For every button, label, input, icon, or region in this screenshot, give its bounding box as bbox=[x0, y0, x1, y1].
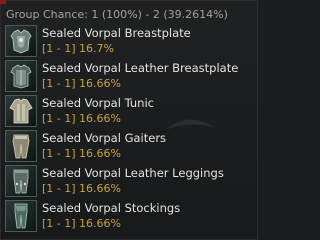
item-drop-chance: [1 - 1] 16.66% bbox=[42, 147, 121, 160]
list-item[interactable]: Sealed Vorpal Gaiters [1 - 1] 16.66% bbox=[0, 129, 258, 163]
list-item[interactable]: Sealed Vorpal Stockings [1 - 1] 16.66% bbox=[0, 199, 258, 233]
drop-list-tooltip: Group Chance: 1 (100%) - 2 (39.2614%) Se… bbox=[0, 0, 258, 240]
item-drop-chance: [1 - 1] 16.66% bbox=[42, 112, 121, 125]
item-name: Sealed Vorpal Stockings bbox=[42, 201, 181, 215]
list-item[interactable]: Sealed Vorpal Leather Breastplate [1 - 1… bbox=[0, 59, 258, 93]
corner-accent bbox=[0, 0, 6, 4]
list-item[interactable]: Sealed Vorpal Tunic [1 - 1] 16.66% bbox=[0, 94, 258, 128]
item-drop-chance: [1 - 1] 16.66% bbox=[42, 77, 121, 90]
leather-breastplate-icon bbox=[5, 60, 37, 92]
item-name: Sealed Vorpal Gaiters bbox=[42, 131, 167, 145]
list-item[interactable]: Sealed Vorpal Leather Leggings [1 - 1] 1… bbox=[0, 164, 258, 198]
item-name: Sealed Vorpal Breastplate bbox=[42, 26, 191, 40]
stockings-icon bbox=[5, 200, 37, 232]
group-chance-header: Group Chance: 1 (100%) - 2 (39.2614%) bbox=[6, 8, 228, 21]
item-drop-chance: [1 - 1] 16.7% bbox=[42, 42, 114, 55]
item-name: Sealed Vorpal Leather Breastplate bbox=[42, 61, 239, 75]
item-name: Sealed Vorpal Leather Leggings bbox=[42, 166, 224, 180]
list-item[interactable]: Sealed Vorpal Breastplate [1 - 1] 16.7% bbox=[0, 24, 258, 58]
item-drop-chance: [1 - 1] 16.66% bbox=[42, 182, 121, 195]
tunic-icon bbox=[5, 95, 37, 127]
item-name: Sealed Vorpal Tunic bbox=[42, 96, 154, 110]
leather-leggings-icon bbox=[5, 165, 37, 197]
item-drop-chance: [1 - 1] 16.66% bbox=[42, 217, 121, 230]
gaiters-icon bbox=[5, 130, 37, 162]
breastplate-icon bbox=[5, 25, 37, 57]
